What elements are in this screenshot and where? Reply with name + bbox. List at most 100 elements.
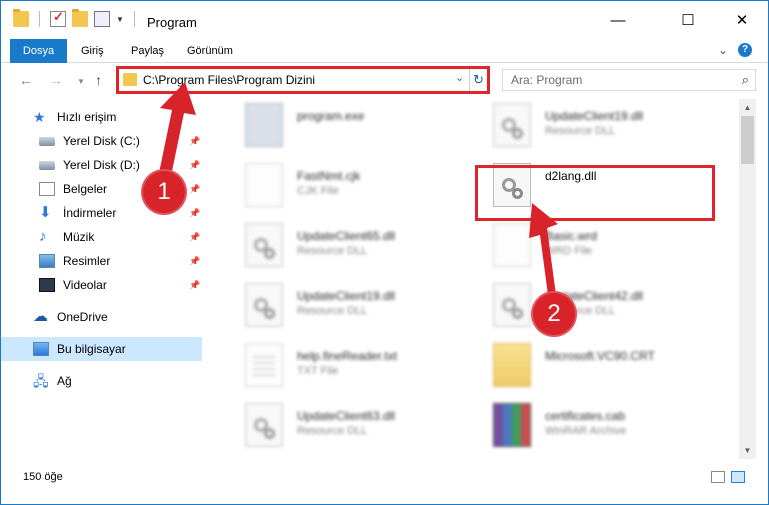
sidebar-item-pictures[interactable]: Resimler 📌 (1, 249, 202, 273)
navigation-pane: ★ Hızlı erişim Yerel Disk (C:) 📌 Yerel D… (1, 99, 206, 459)
file-item[interactable]: UpdateClient42.dll Resource DLL (475, 279, 713, 331)
sidebar-item-quick-access[interactable]: ★ Hızlı erişim (1, 105, 202, 129)
sidebar-item-label: Yerel Disk (C:) (63, 134, 140, 148)
sidebar-item-videos[interactable]: Videolar 📌 (1, 273, 202, 297)
file-name: Microsoft.VC90.CRT (545, 349, 655, 363)
dll-icon (493, 283, 531, 327)
pin-icon[interactable]: 📌 (189, 208, 200, 219)
sidebar-item-label: Resimler (63, 254, 111, 268)
pictures-icon (39, 254, 55, 268)
details-view-icon[interactable] (711, 471, 725, 483)
sidebar-item-this-pc[interactable]: Bu bilgisayar (1, 337, 202, 361)
computer-icon (33, 342, 49, 356)
search-placeholder[interactable]: Ara: Program (511, 73, 582, 87)
vertical-scrollbar[interactable]: ▲ ▼ (739, 99, 756, 459)
ribbon-controls: ⌄ ? (718, 43, 752, 57)
maximize-button[interactable]: ☐ (665, 1, 711, 39)
expand-ribbon-icon[interactable]: ⌄ (718, 43, 728, 57)
file-item[interactable]: Basic.wrd WRD File (475, 219, 713, 271)
forward-icon[interactable]: → (49, 72, 63, 88)
music-icon: ♪ (39, 228, 47, 245)
file-type: Resource DLL (545, 125, 616, 137)
file-type: WRD File (545, 245, 593, 257)
customize-dropdown-icon[interactable]: ▼ (116, 15, 124, 24)
pin-icon[interactable]: 📌 (189, 280, 200, 291)
sidebar-item-network[interactable]: 🖧 Ağ (1, 369, 202, 393)
winrar-icon (493, 403, 531, 447)
pin-icon[interactable]: 📌 (189, 160, 200, 171)
sidebar-item-label: Belgeler (63, 182, 108, 196)
scroll-down-icon[interactable]: ▼ (739, 442, 756, 459)
toolbar-separator (133, 11, 135, 27)
pin-icon[interactable]: 📌 (189, 136, 200, 147)
folder-icon[interactable] (13, 9, 29, 27)
file-item[interactable]: Microsoft.VC90.CRT (475, 339, 713, 391)
file-type: TXT File (297, 365, 339, 377)
file-item[interactable]: UpdateClient19.dll Resource DLL (227, 279, 465, 331)
exe-icon (245, 103, 283, 147)
file-item[interactable]: FastNmt.cjk CJK File (227, 159, 465, 211)
address-dropdown-icon[interactable]: ⌄ (455, 71, 464, 84)
navigation-bar: ← → ▼ ↑ C:\Program Files\Program Dizini … (1, 63, 768, 99)
pin-icon[interactable]: 📌 (189, 232, 200, 243)
minimize-button[interactable]: — (595, 1, 641, 39)
window-title: Program (147, 15, 197, 30)
address-bar[interactable]: C:\Program Files\Program Dizini ⌄ ↻ (116, 66, 490, 94)
search-icon[interactable]: ⌕ (742, 72, 749, 88)
sidebar-item-label: Müzik (63, 230, 95, 244)
toolbar-separator (39, 11, 40, 27)
star-icon: ★ (33, 109, 46, 125)
file-name: UpdateClient19.dll (297, 289, 396, 303)
sidebar-item-onedrive[interactable]: ☁ OneDrive (1, 305, 202, 329)
dll-icon (245, 283, 283, 327)
file-type: Resource DLL (297, 425, 368, 437)
sidebar-item-label: Videolar (63, 278, 107, 292)
address-path[interactable]: C:\Program Files\Program Dizini (143, 73, 315, 87)
annotation-marker-1: 1 (143, 171, 185, 213)
annotation-marker-2: 2 (533, 293, 575, 335)
sidebar-item-music[interactable]: ♪ Müzik 📌 (1, 225, 202, 249)
explorer-window: ▼ Program — ☐ ✕ Dosya Giriş Paylaş Görün… (0, 0, 769, 505)
sidebar-item-disk-c[interactable]: Yerel Disk (C:) 📌 (1, 129, 202, 153)
scroll-up-icon[interactable]: ▲ (739, 99, 756, 116)
document-icon (39, 182, 55, 196)
tab-home[interactable]: Giriş (69, 39, 116, 63)
pin-icon[interactable]: 📌 (189, 184, 200, 195)
text-icon (245, 343, 283, 387)
file-item[interactable]: help.fineReader.txt TXT File (227, 339, 465, 391)
sidebar-item-label: Yerel Disk (D:) (63, 158, 140, 172)
file-item[interactable]: UpdateClient65.dll Resource DLL (227, 219, 465, 271)
search-box[interactable]: Ara: Program ⌕ (502, 69, 756, 91)
new-folder-icon[interactable] (72, 9, 88, 27)
quick-access-toolbar: ▼ (13, 9, 139, 27)
dll-icon (493, 103, 531, 147)
file-item[interactable]: certificates.cab WinRAR Archive (475, 399, 713, 451)
tab-share[interactable]: Paylaş (119, 39, 176, 63)
properties-check-icon[interactable] (50, 9, 66, 27)
large-icons-view-icon[interactable] (731, 471, 745, 483)
folder-icon (123, 73, 137, 86)
folder-icon (493, 343, 531, 387)
tab-view[interactable]: Görünüm (175, 39, 245, 63)
dll-icon (245, 223, 283, 267)
help-icon[interactable]: ? (738, 43, 752, 57)
file-item[interactable]: UpdateClient19.dll Resource DLL (475, 99, 713, 151)
file-name: FastNmt.cjk (297, 169, 361, 183)
scroll-thumb[interactable] (741, 116, 754, 164)
video-icon (39, 278, 55, 292)
title-bar: ▼ Program — ☐ ✕ (1, 1, 768, 39)
file-name: certificates.cab (545, 409, 626, 423)
close-button[interactable]: ✕ (719, 1, 765, 39)
layout-icon[interactable] (94, 11, 110, 27)
pin-icon[interactable]: 📌 (189, 256, 200, 267)
up-icon[interactable]: ↑ (95, 72, 102, 88)
recent-locations-icon[interactable]: ▼ (77, 77, 85, 86)
file-name: Basic.wrd (545, 229, 598, 243)
file-name: UpdateClient63.dll (297, 409, 396, 423)
file-icon (493, 223, 531, 267)
file-item[interactable]: UpdateClient63.dll Resource DLL (227, 399, 465, 451)
refresh-icon[interactable]: ↻ (469, 69, 487, 91)
file-name: UpdateClient19.dll (545, 109, 644, 123)
back-icon[interactable]: ← (19, 72, 33, 88)
file-item[interactable]: program.exe (227, 99, 465, 151)
